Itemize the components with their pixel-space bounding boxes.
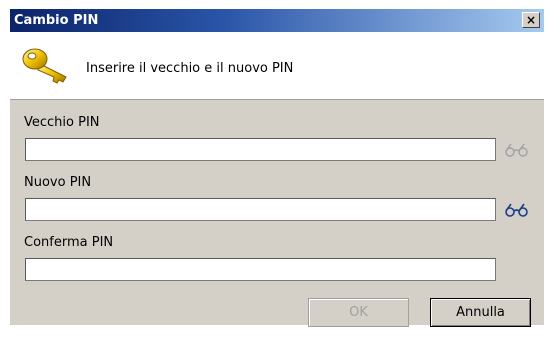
new-pin-label: Nuovo PIN <box>24 175 92 190</box>
dialog-header: Inserire il vecchio e il nuovo PIN <box>10 32 544 100</box>
new-pin-input[interactable] <box>25 198 496 221</box>
window-title: Cambio PIN <box>14 13 99 28</box>
old-pin-label: Vecchio PIN <box>24 115 100 130</box>
instruction-text: Inserire il vecchio e il nuovo PIN <box>86 61 294 76</box>
old-pin-reveal-button[interactable] <box>502 141 532 159</box>
change-pin-dialog: Cambio PIN × Inserire il vecchio e il nu… <box>10 9 544 327</box>
old-pin-input[interactable] <box>25 138 496 161</box>
key-icon <box>22 48 67 84</box>
cancel-button[interactable]: Annulla <box>430 298 531 327</box>
title-bar[interactable]: Cambio PIN × <box>10 9 544 32</box>
confirm-pin-input[interactable] <box>25 258 496 281</box>
close-icon: × <box>525 13 537 27</box>
confirm-pin-label: Conferma PIN <box>24 235 114 250</box>
ok-button[interactable]: OK <box>308 298 409 327</box>
screen: Cambio PIN × Inserire il vecchio e il nu… <box>0 0 552 337</box>
glasses-icon <box>505 203 528 217</box>
close-button[interactable]: × <box>522 12 540 28</box>
glasses-icon <box>505 143 528 157</box>
new-pin-reveal-button[interactable] <box>502 201 532 219</box>
